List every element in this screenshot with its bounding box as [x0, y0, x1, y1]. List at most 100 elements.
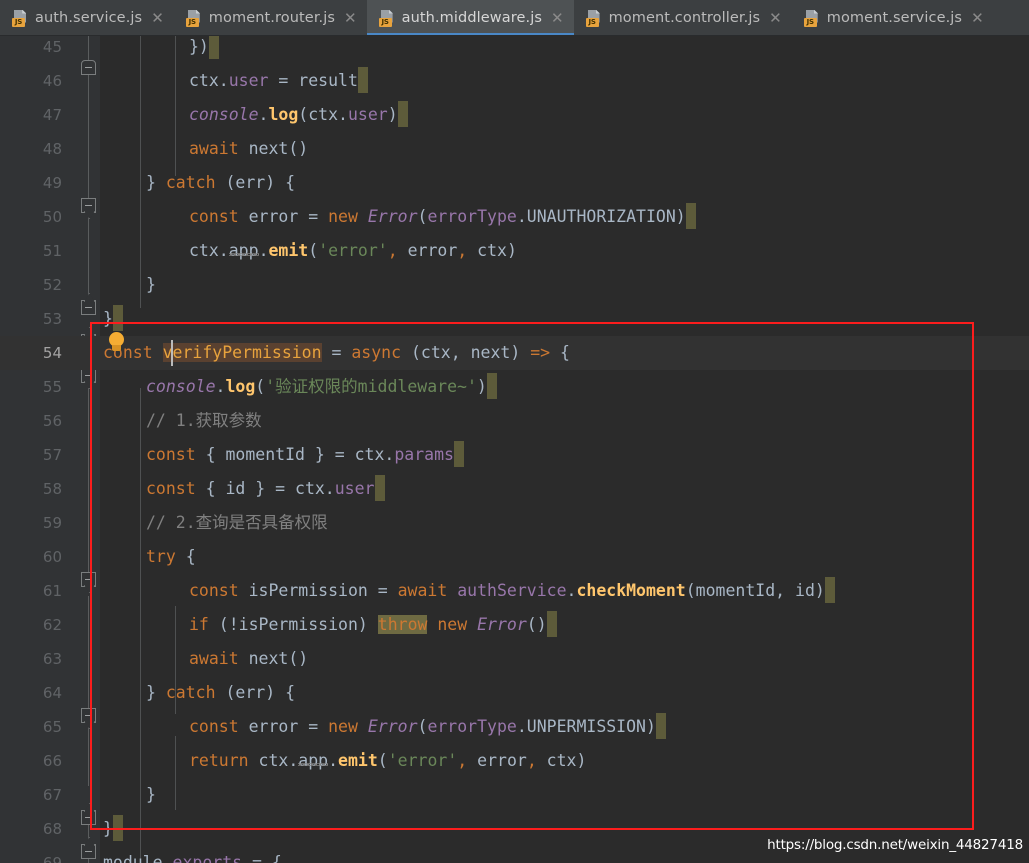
line-number: 61	[42, 582, 62, 600]
code-text: const { id } = ctx.user	[103, 472, 1029, 506]
code-text: }	[146, 275, 156, 294]
line-number: 53	[42, 310, 62, 328]
code-line-64[interactable]: 64 } catch (err) {	[0, 676, 1029, 710]
code-text: if (!isPermission) throw new Error()	[103, 608, 1029, 642]
js-file-icon: JS	[378, 9, 395, 27]
line-number: 46	[42, 72, 62, 90]
line-number: 68	[42, 820, 62, 838]
inspection-squiggle: app	[228, 241, 259, 260]
line-number: 59	[42, 514, 62, 532]
code-text: const { momentId } = ctx.params	[103, 438, 1029, 472]
close-icon[interactable]: ✕	[342, 10, 357, 26]
inspection-squiggle: app	[298, 751, 329, 770]
line-number: 54	[42, 344, 62, 362]
js-badge: JS	[12, 17, 25, 27]
code-text: await next()	[189, 649, 309, 668]
tab-auth-middleware-js[interactable]: JS auth.middleware.js ✕	[366, 0, 574, 35]
line-number: 51	[42, 242, 62, 260]
line-number: 64	[42, 684, 62, 702]
code-text: try {	[146, 547, 196, 566]
selected-identifier[interactable]: verifyPermission	[162, 343, 322, 362]
code-text: }	[103, 302, 1029, 336]
code-text: // 2.查询是否具备权限	[146, 513, 328, 532]
text-caret	[171, 340, 173, 366]
watermark-url: https://blog.csdn.net/weixin_44827418	[767, 837, 1023, 853]
line-number: 48	[42, 140, 62, 158]
tab-label: moment.router.js	[208, 10, 336, 26]
code-line-45[interactable]: 45 })	[0, 36, 1029, 64]
code-line-51[interactable]: 51 ctx.app.emit('error', error, ctx)	[0, 234, 1029, 268]
code-line-60[interactable]: 60 try {	[0, 540, 1029, 574]
line-number: 56	[42, 412, 62, 430]
code-editor[interactable]: 45 }) 46 ctx.user = result 47 console.lo…	[0, 36, 1029, 863]
tab-label: moment.service.js	[826, 10, 963, 26]
code-text: ctx.user = result	[103, 64, 1029, 98]
js-file-icon: JS	[12, 9, 28, 27]
line-number: 58	[42, 480, 62, 498]
line-number: 69	[42, 854, 62, 863]
code-line-58[interactable]: 58 const { id } = ctx.user	[0, 472, 1029, 506]
tab-label: auth.middleware.js	[401, 10, 542, 26]
code-line-55[interactable]: 55 console.log('验证权限的middleware~')	[0, 370, 1029, 404]
js-badge: JS	[378, 17, 392, 27]
line-number: 67	[42, 786, 62, 804]
code-text: await next()	[189, 139, 309, 158]
tab-auth-service-js[interactable]: JS auth.service.js ✕	[0, 0, 174, 35]
js-badge: JS	[585, 17, 599, 27]
code-line-63[interactable]: 63 await next()	[0, 642, 1029, 676]
code-line-48[interactable]: 48 await next()	[0, 132, 1029, 166]
close-icon[interactable]: ✕	[969, 10, 984, 26]
line-number: 45	[42, 38, 62, 56]
code-text: }	[146, 785, 156, 804]
line-number: 65	[42, 718, 62, 736]
code-line-47[interactable]: 47 console.log(ctx.user)	[0, 98, 1029, 132]
js-file-icon: JS	[803, 9, 820, 27]
tab-label: auth.service.js	[35, 10, 143, 26]
close-icon[interactable]: ✕	[149, 10, 164, 26]
code-line-50[interactable]: 50 const error = new Error(errorType.UNA…	[0, 200, 1029, 234]
js-file-icon: JS	[585, 9, 602, 27]
code-text: } catch (err) {	[146, 683, 296, 702]
line-number: 63	[42, 650, 62, 668]
code-line-57[interactable]: 57 const { momentId } = ctx.params	[0, 438, 1029, 472]
code-text: } catch (err) {	[146, 173, 296, 192]
line-number: 52	[42, 276, 62, 294]
code-text: const error = new Error(errorType.UNPERM…	[103, 710, 1029, 744]
code-text: const isPermission = await authService.c…	[103, 574, 1029, 608]
code-line-66[interactable]: 66 return ctx.app.emit('error', error, c…	[0, 744, 1029, 778]
code-line-53[interactable]: 53 }	[0, 302, 1029, 336]
js-file-icon: JS	[185, 9, 202, 27]
line-number: 60	[42, 548, 62, 566]
code-text: const error = new Error(errorType.UNAUTH…	[103, 200, 1029, 234]
editor-tab-bar: JS auth.service.js ✕ JS moment.router.js…	[0, 0, 1029, 36]
code-text: })	[103, 36, 1029, 64]
js-badge: JS	[803, 17, 817, 27]
code-line-56[interactable]: 56 // 1.获取参数	[0, 404, 1029, 438]
lightbulb-icon[interactable]	[108, 332, 125, 352]
line-number: 47	[42, 106, 62, 124]
line-number: 62	[42, 616, 62, 634]
line-number: 55	[42, 378, 62, 396]
code-line-54[interactable]: 54 const verifyPermission = async (ctx, …	[0, 336, 1029, 370]
close-icon[interactable]: ✕	[767, 10, 782, 26]
tab-moment-controller-js[interactable]: JS moment.controller.js ✕	[574, 0, 792, 35]
line-number: 66	[42, 752, 62, 770]
code-text: console.log(ctx.user)	[103, 98, 1029, 132]
js-badge: JS	[185, 17, 199, 27]
code-line-49[interactable]: 49 } catch (err) {	[0, 166, 1029, 200]
code-text: // 1.获取参数	[146, 411, 262, 430]
tab-moment-service-js[interactable]: JS moment.service.js ✕	[792, 0, 994, 35]
code-line-52[interactable]: 52 }	[0, 268, 1029, 302]
code-line-46[interactable]: 46 ctx.user = result	[0, 64, 1029, 98]
code-line-62[interactable]: 62 if (!isPermission) throw new Error()	[0, 608, 1029, 642]
code-line-67[interactable]: 67 }	[0, 778, 1029, 812]
line-number: 57	[42, 446, 62, 464]
code-line-59[interactable]: 59 // 2.查询是否具备权限	[0, 506, 1029, 540]
close-icon[interactable]: ✕	[549, 10, 564, 26]
line-number: 50	[42, 208, 62, 226]
code-line-65[interactable]: 65 const error = new Error(errorType.UNP…	[0, 710, 1029, 744]
tab-moment-router-js[interactable]: JS moment.router.js ✕	[174, 0, 367, 35]
code-line-61[interactable]: 61 const isPermission = await authServic…	[0, 574, 1029, 608]
code-text: return ctx.app.emit('error', error, ctx)	[189, 751, 587, 770]
highlighted-keyword[interactable]: throw	[377, 615, 428, 634]
